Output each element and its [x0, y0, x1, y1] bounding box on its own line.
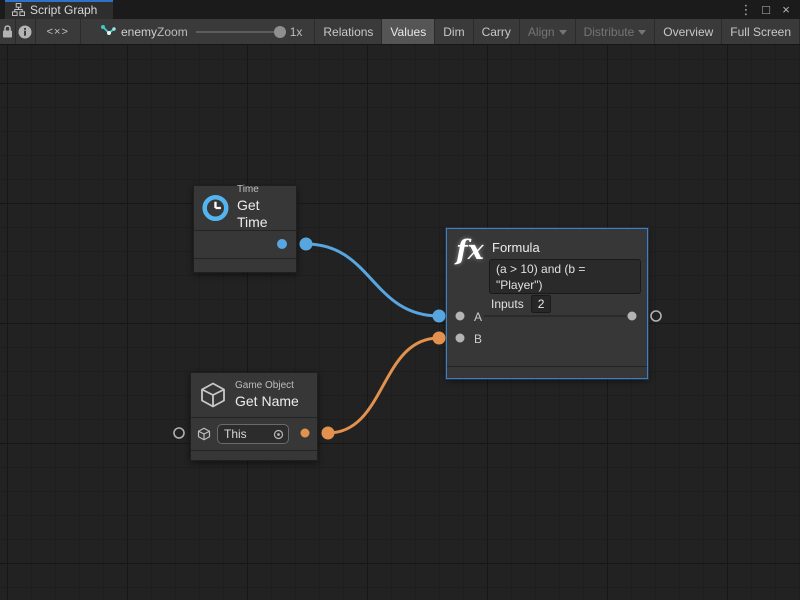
inspect-source-button[interactable]: <×> [36, 19, 81, 44]
close-icon[interactable]: × [778, 1, 794, 18]
node-ports-area [194, 231, 296, 258]
values-button[interactable]: Values [382, 19, 435, 44]
lock-button[interactable] [0, 19, 16, 44]
dropdown-arrow-icon [559, 30, 567, 35]
cube-icon-small [197, 427, 211, 441]
node-header: Time Get Time [194, 186, 296, 231]
node-footer [447, 366, 647, 378]
zoom-label: Zoom [157, 25, 188, 39]
wire-get-time-to-a[interactable] [306, 244, 439, 316]
dropdown-arrow-icon [638, 30, 646, 35]
tab-title: Script Graph [30, 3, 97, 17]
wire-dot [433, 332, 446, 345]
distribute-button[interactable]: Distribute [576, 19, 656, 44]
fx-icon: fx [456, 235, 484, 266]
title-bar: Script Graph ⋮ □ × [0, 0, 800, 19]
graph-toolbar: <×> enemy Zoom 1x Relations Values Dim C… [0, 19, 800, 45]
node-get-name[interactable]: Game Object Get Name This [190, 372, 318, 461]
align-button[interactable]: Align [520, 19, 576, 44]
port-formula-result-hollow[interactable] [651, 311, 661, 321]
info-icon [18, 25, 32, 39]
connections-overlay [0, 45, 800, 600]
zoom-slider-handle[interactable] [274, 26, 286, 38]
toolbar-buttons: Relations Values Dim Carry Align Distrib… [314, 19, 800, 44]
carry-button[interactable]: Carry [474, 19, 520, 44]
zoom-slider[interactable] [196, 25, 282, 39]
more-menu-icon[interactable]: ⋮ [738, 1, 754, 18]
graph-icon [101, 25, 116, 38]
code-icon: <×> [47, 26, 69, 38]
node-get-time[interactable]: Time Get Time [193, 185, 297, 273]
port-label-a: A [474, 310, 482, 324]
info-button[interactable] [16, 19, 35, 44]
graph-breadcrumb[interactable]: enemy [101, 19, 157, 44]
zoom-value: 1x [290, 25, 303, 39]
inputs-label: Inputs [491, 297, 524, 311]
node-title: Formula [492, 240, 540, 255]
wire-dot [322, 427, 335, 440]
zoom-slider-track [196, 31, 282, 33]
wire-get-name-to-b[interactable] [328, 338, 439, 433]
relations-button[interactable]: Relations [315, 19, 382, 44]
inputs-count-input[interactable]: 2 [531, 295, 552, 313]
tab-script-graph[interactable]: Script Graph [5, 0, 113, 19]
graph-canvas[interactable]: Time Get Time fx Formula (a > 10) and (b… [0, 45, 800, 600]
overview-button[interactable]: Overview [655, 19, 722, 44]
wire-dot [300, 238, 313, 251]
node-header: Game Object Get Name [191, 373, 317, 418]
node-footer [191, 450, 317, 461]
fullscreen-button[interactable]: Full Screen [722, 19, 800, 44]
graph-name: enemy [121, 25, 157, 39]
node-formula[interactable]: fx Formula (a > 10) and (b = "Player") I… [446, 228, 648, 379]
dim-button[interactable]: Dim [435, 19, 473, 44]
window-controls: ⋮ □ × [738, 0, 800, 19]
node-category: Time [237, 184, 288, 197]
object-picker-icon[interactable] [273, 429, 284, 440]
maximize-icon[interactable]: □ [758, 1, 774, 18]
node-category: Game Object [235, 380, 299, 393]
wire-dot [433, 310, 446, 323]
cube-icon [199, 381, 227, 409]
node-title: Get Time [237, 197, 288, 232]
node-footer [194, 258, 296, 271]
target-object-value: This [224, 427, 247, 441]
lock-icon [2, 25, 13, 38]
node-title: Get Name [235, 393, 299, 411]
active-tab-accent [5, 0, 113, 2]
node-ports-area: This [191, 418, 317, 450]
formula-expression-input[interactable]: (a > 10) and (b = "Player") [489, 259, 641, 294]
target-object-field[interactable]: This [217, 424, 289, 444]
port-get-name-target-hollow[interactable] [174, 428, 184, 438]
clock-icon [202, 193, 229, 223]
zoom-control: Zoom 1x [157, 19, 302, 44]
port-label-b: B [474, 332, 482, 346]
hierarchy-icon [12, 3, 25, 16]
